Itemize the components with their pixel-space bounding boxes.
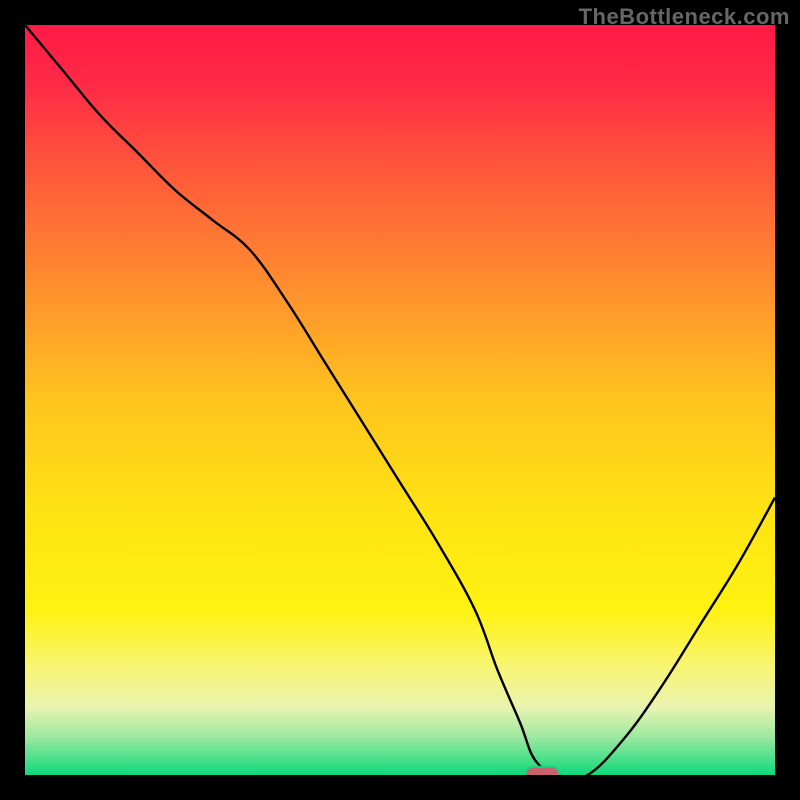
plot-area (25, 25, 775, 775)
chart-frame: TheBottleneck.com (0, 0, 800, 800)
chart-svg (25, 25, 775, 775)
watermark-text: TheBottleneck.com (579, 4, 790, 30)
gradient-background (25, 25, 775, 775)
optimum-marker (525, 767, 560, 775)
